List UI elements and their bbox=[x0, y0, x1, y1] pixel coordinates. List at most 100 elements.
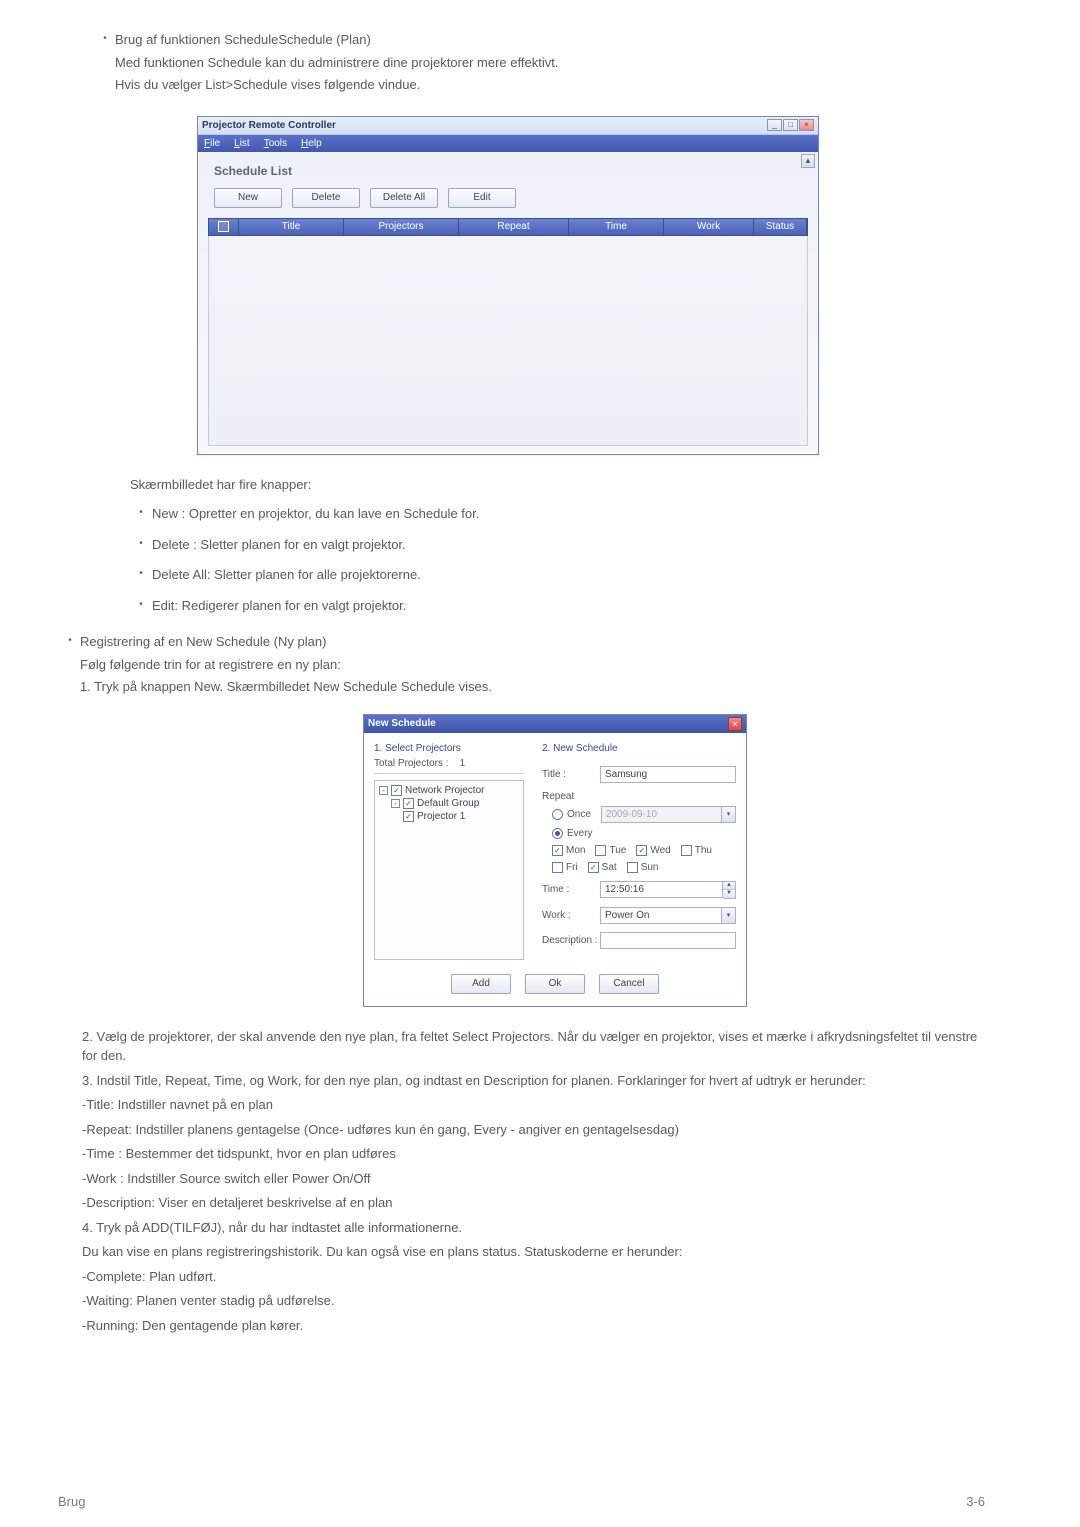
day-tue[interactable]: Tue bbox=[595, 845, 626, 856]
item-delete: Delete : Sletter planen for en valgt pro… bbox=[152, 535, 406, 555]
radio-every[interactable] bbox=[552, 828, 563, 839]
cancel-button[interactable]: Cancel bbox=[599, 974, 659, 994]
bullet-icon: • bbox=[130, 535, 152, 549]
grid-header-work[interactable]: Work bbox=[664, 219, 754, 235]
grid-header: Title Projectors Repeat Time Work Status bbox=[208, 218, 808, 236]
days-row: ✓Mon Tue ✓Wed Thu Fri ✓Sat Sun bbox=[552, 845, 736, 873]
radio-once-label: Once bbox=[567, 809, 591, 820]
chevron-down-icon[interactable]: ▾ bbox=[722, 907, 736, 924]
maximize-button[interactable]: □ bbox=[783, 119, 798, 131]
close-button[interactable]: × bbox=[799, 119, 814, 131]
label-description: Description : bbox=[542, 935, 600, 946]
delete-button[interactable]: Delete bbox=[292, 188, 360, 208]
ok-button[interactable]: Ok bbox=[525, 974, 585, 994]
description-input[interactable] bbox=[600, 932, 736, 949]
work-select[interactable]: Power On bbox=[600, 907, 722, 924]
scroll-up-icon[interactable]: ▲ bbox=[801, 154, 815, 168]
section-bullet: • Brug af funktionen ScheduleSchedule (P… bbox=[95, 30, 985, 98]
add-button[interactable]: Add bbox=[451, 974, 511, 994]
grid-header-projectors[interactable]: Projectors bbox=[344, 219, 459, 235]
def-work: -Work : Indstiller Source switch eller P… bbox=[82, 1169, 985, 1189]
select-projectors-header: 1. Select Projectors bbox=[374, 743, 524, 754]
section1-line2: Hvis du vælger List>Schedule vises følge… bbox=[115, 75, 558, 95]
footer-right: 3-6 bbox=[966, 1494, 985, 1509]
tree-checkbox[interactable]: ✓ bbox=[403, 811, 414, 822]
tree-node-group[interactable]: - ✓ Default Group bbox=[391, 798, 519, 809]
four-buttons-intro: Skærmbilledet har fire knapper: bbox=[130, 475, 985, 495]
delete-all-button[interactable]: Delete All bbox=[370, 188, 438, 208]
def-title: -Title: Indstiller navnet på en plan bbox=[82, 1095, 985, 1115]
radio-once[interactable] bbox=[552, 809, 563, 820]
day-fri[interactable]: Fri bbox=[552, 862, 578, 873]
tree-node-root[interactable]: - ✓ Network Projector bbox=[379, 785, 519, 796]
radio-every-label: Every bbox=[567, 828, 593, 839]
list-item: • New : Opretter en projektor, du kan la… bbox=[130, 504, 985, 527]
time-spinner[interactable]: ▲ ▼ bbox=[723, 881, 736, 899]
new-button[interactable]: New bbox=[214, 188, 282, 208]
day-mon[interactable]: ✓Mon bbox=[552, 845, 585, 856]
tree-collapse-icon[interactable]: - bbox=[379, 786, 388, 795]
projector-tree[interactable]: - ✓ Network Projector - ✓ Default Group … bbox=[374, 780, 524, 960]
section2-title: Registrering af en New Schedule (Ny plan… bbox=[80, 632, 492, 652]
chevron-down-icon[interactable]: ▼ bbox=[723, 890, 735, 898]
tree-label: Default Group bbox=[417, 798, 479, 809]
grid-header-repeat[interactable]: Repeat bbox=[459, 219, 569, 235]
menubar: File List Tools Help bbox=[198, 135, 818, 152]
tree-checkbox[interactable]: ✓ bbox=[391, 785, 402, 796]
total-label: Total Projectors : bbox=[374, 758, 448, 769]
dialog-close-button[interactable]: × bbox=[728, 717, 742, 731]
section1-title: Brug af funktionen ScheduleSchedule (Pla… bbox=[115, 30, 558, 50]
menu-file[interactable]: File bbox=[204, 138, 220, 149]
projector-window: Projector Remote Controller _ □ × File L… bbox=[197, 116, 819, 455]
time-input[interactable]: 12:50:16 bbox=[600, 881, 723, 898]
title-input[interactable]: Samsung bbox=[600, 766, 736, 783]
bullet-icon: • bbox=[60, 632, 80, 646]
date-input: 2009-09-10 bbox=[601, 806, 722, 823]
day-sun[interactable]: Sun bbox=[627, 862, 659, 873]
chevron-down-icon: ▾ bbox=[722, 806, 736, 823]
day-sat[interactable]: ✓Sat bbox=[588, 862, 617, 873]
grid-header-check[interactable] bbox=[209, 219, 239, 235]
total-value: 1 bbox=[460, 758, 466, 769]
item-delete-all: Delete All: Sletter planen for alle proj… bbox=[152, 565, 421, 585]
new-schedule-header: 2. New Schedule bbox=[542, 743, 736, 754]
history-line: Du kan vise en plans registreringshistor… bbox=[82, 1242, 985, 1262]
menu-list[interactable]: List bbox=[234, 138, 250, 149]
tree-collapse-icon[interactable]: - bbox=[391, 799, 400, 808]
item-edit: Edit: Redigerer planen for en valgt proj… bbox=[152, 596, 406, 616]
menu-help[interactable]: Help bbox=[301, 138, 322, 149]
window-title: Projector Remote Controller bbox=[202, 120, 767, 131]
total-projectors: Total Projectors : 1 bbox=[374, 758, 524, 774]
label-work: Work : bbox=[542, 910, 600, 921]
step4: 4. Tryk på ADD(TILFØJ), når du har indta… bbox=[82, 1218, 985, 1238]
status-complete: -Complete: Plan udført. bbox=[82, 1267, 985, 1287]
grid-header-title[interactable]: Title bbox=[239, 219, 344, 235]
grid-header-time[interactable]: Time bbox=[569, 219, 664, 235]
status-running: -Running: Den gentagende plan kører. bbox=[82, 1316, 985, 1336]
day-thu[interactable]: Thu bbox=[681, 845, 712, 856]
radio-once-row[interactable]: Once 2009-09-10 ▾ bbox=[552, 806, 736, 823]
page-footer: Brug 3-6 bbox=[0, 1494, 1080, 1509]
item-new: New : Opretter en projektor, du kan lave… bbox=[152, 504, 479, 524]
menu-tools[interactable]: Tools bbox=[264, 138, 287, 149]
bullet-icon: • bbox=[95, 30, 115, 44]
chevron-up-icon[interactable]: ▲ bbox=[723, 882, 735, 890]
def-repeat: -Repeat: Indstiller planens gentagelse (… bbox=[82, 1120, 985, 1140]
tree-checkbox[interactable]: ✓ bbox=[403, 798, 414, 809]
def-description: -Description: Viser en detaljeret beskri… bbox=[82, 1193, 985, 1213]
section2-line2: 1. Tryk på knappen New. Skærmbilledet Ne… bbox=[80, 677, 492, 697]
step2: 2. Vælg de projektorer, der skal anvende… bbox=[82, 1027, 985, 1066]
section1-line1: Med funktionen Schedule kan du administr… bbox=[115, 53, 558, 73]
edit-button[interactable]: Edit bbox=[448, 188, 516, 208]
list-item: • Delete All: Sletter planen for alle pr… bbox=[130, 565, 985, 588]
minimize-button[interactable]: _ bbox=[767, 119, 782, 131]
tree-node-projector[interactable]: ✓ Projector 1 bbox=[403, 811, 519, 822]
step3: 3. Indstil Title, Repeat, Time, og Work,… bbox=[82, 1071, 985, 1091]
day-wed[interactable]: ✓Wed bbox=[636, 845, 670, 856]
tree-label: Network Projector bbox=[405, 785, 484, 796]
new-schedule-dialog: New Schedule × 1. Select Projectors Tota… bbox=[363, 714, 747, 1007]
radio-every-row[interactable]: Every bbox=[552, 828, 736, 839]
window-titlebar: Projector Remote Controller _ □ × bbox=[198, 117, 818, 135]
grid-header-status[interactable]: Status bbox=[754, 219, 807, 235]
status-waiting: -Waiting: Planen venter stadig på udføre… bbox=[82, 1291, 985, 1311]
